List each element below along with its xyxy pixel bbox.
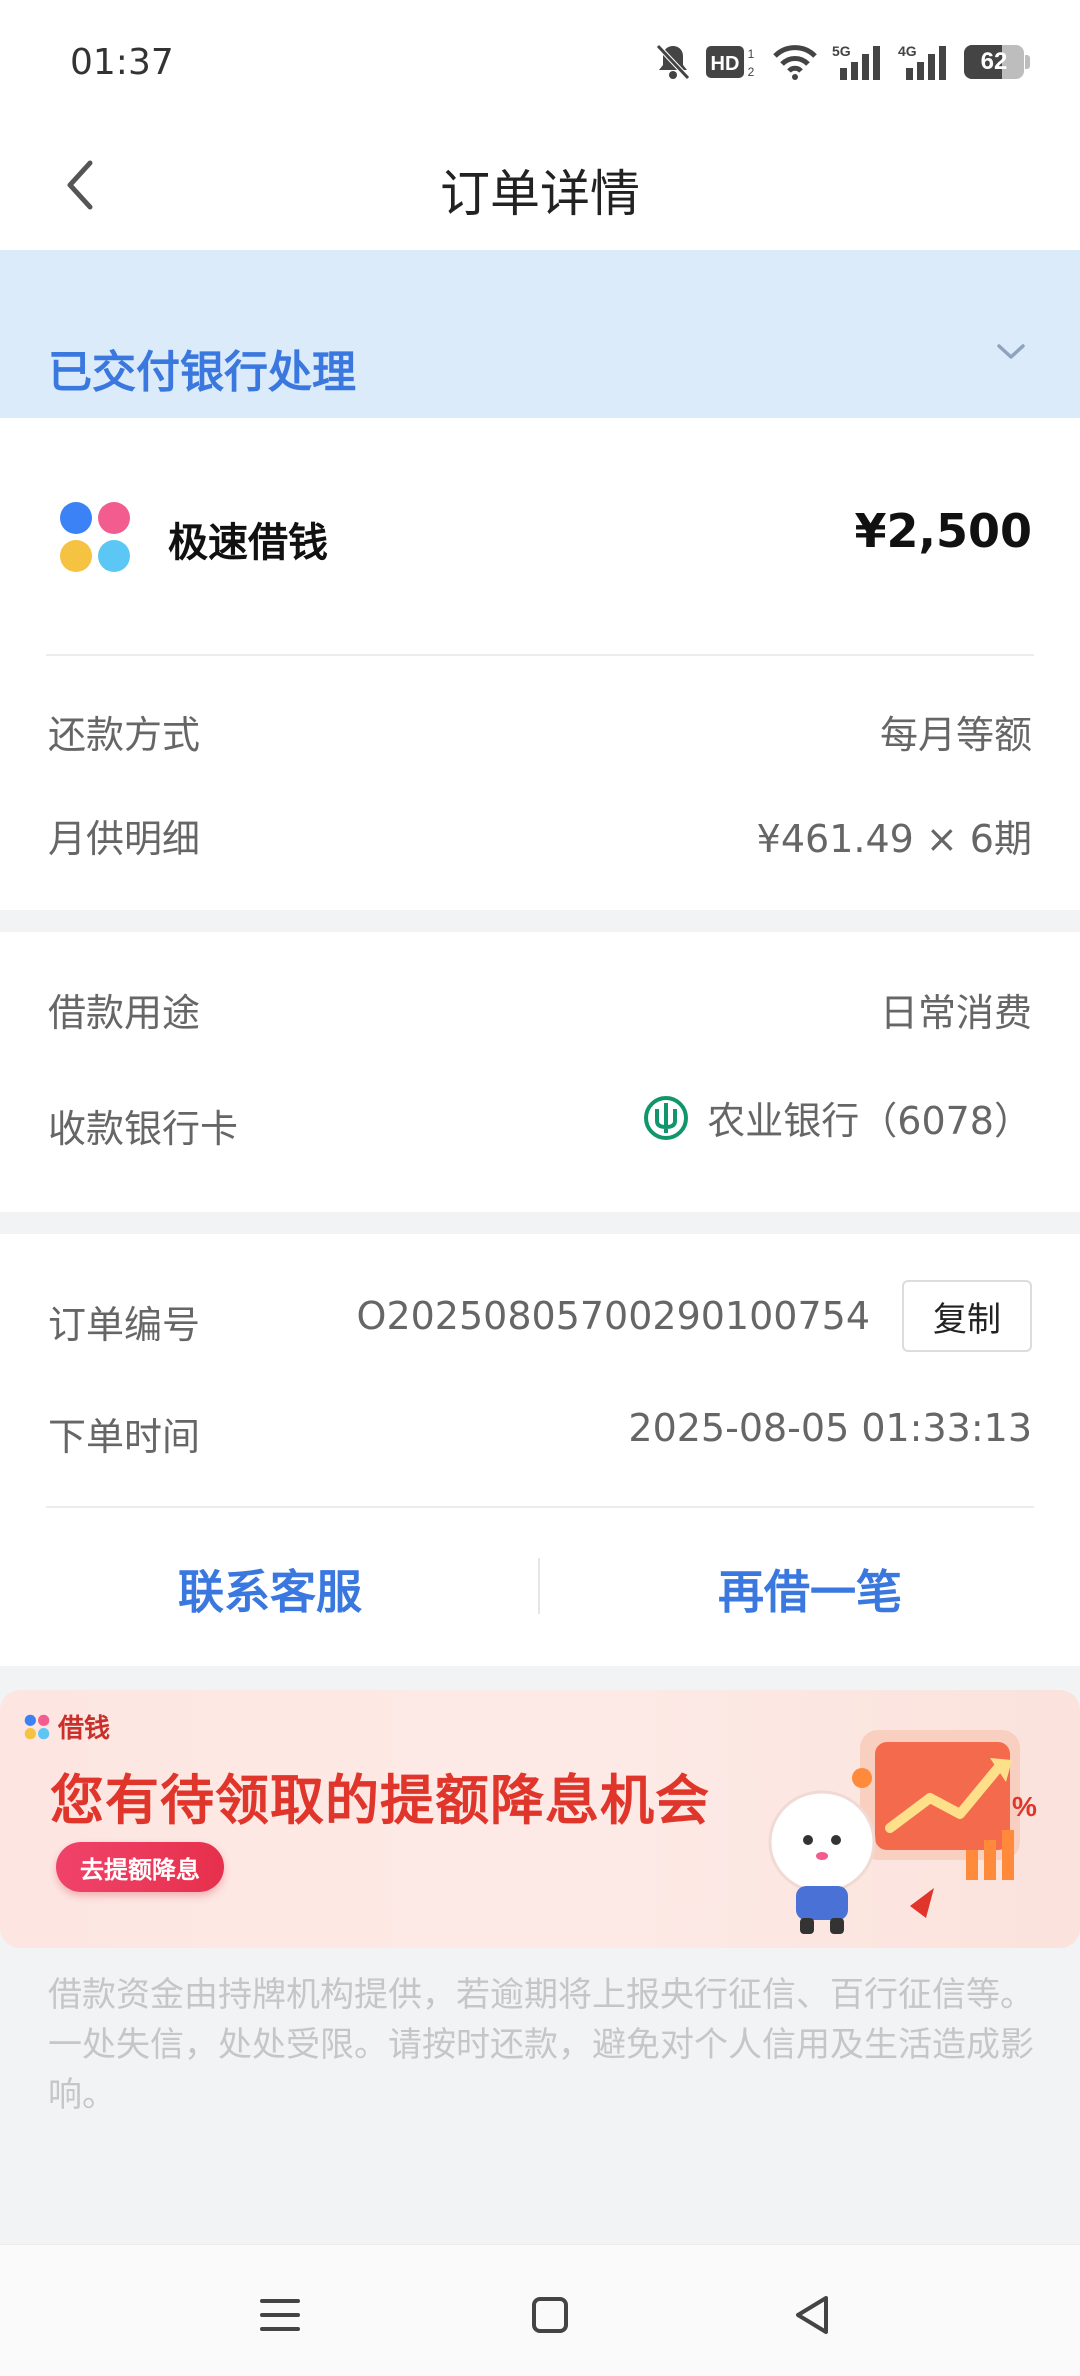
loan-purpose-value: 日常消费 [879,991,1032,1035]
contact-service-button[interactable]: 联系客服 [178,1556,362,1622]
hd-icon: HD 1 2 [706,46,755,79]
chevron-down-icon [997,344,1025,359]
svg-text:2: 2 [748,65,755,79]
promo-cta-button[interactable]: 去提额降息 [56,1842,224,1892]
battery-level: 62 [980,48,1008,75]
bank-card-info: 农业银行（6078） [643,1090,1032,1145]
promo-banner[interactable]: 借钱 您有待领取的提额降息机会 去提额降息 % [0,1690,1080,1948]
wifi-icon [773,45,817,80]
nav-bar: 订单详情 [0,120,1080,250]
loan-detail-card: 借款用途 日常消费 收款银行卡 农业银行（6078） [0,932,1080,1212]
product-name: 极速借钱 [168,520,328,566]
system-back-button[interactable] [782,2285,842,2345]
order-time-label: 下单时间 [48,1415,201,1459]
svg-text:5G: 5G [832,43,851,59]
action-divider [538,1558,540,1614]
bank-card-label: 收款银行卡 [48,1107,239,1151]
signal-5g-icon: 5G [832,43,880,80]
borrow-again-button[interactable]: 再借一笔 [718,1556,902,1622]
repayment-method-label: 还款方式 [48,713,201,757]
order-info-card: 订单编号 O2025080570029010075​4 复制 下单时间 2025… [0,1234,1080,1666]
back-triangle-icon [796,2296,828,2334]
svg-text:1: 1 [748,47,755,61]
home-button[interactable] [520,2285,580,2345]
status-time: 01:37 [70,42,174,83]
mascot-chart-illustration: % [768,1730,1037,1934]
four-petal-logo-icon [24,1714,50,1739]
divider [46,1506,1034,1508]
monthly-payment-value: ¥461.49 × 6期 [756,817,1032,861]
disclaimer-text: 借款资金由持牌机构提供，若逾期将上报央行征信、百行征信等。一处失信，处处受限。请… [48,1975,1034,2115]
mute-bell-icon [656,44,690,80]
status-icons: HD 1 2 5G 4G 62 [654,38,1030,86]
four-petal-logo-icon [60,502,130,572]
battery-icon: 62 [964,45,1030,79]
promo-brand: 借钱 [24,1708,110,1745]
home-square-icon [532,2297,568,2333]
page-title: 订单详情 [440,165,640,223]
loan-purpose-label: 借款用途 [48,991,201,1035]
svg-text:4G: 4G [898,43,917,59]
loan-summary-card: 极速借钱 ¥2,500 还款方式 每月等额 月供明细 ¥461.49 × 6期 [0,418,1080,910]
menu-button[interactable] [250,2285,310,2345]
svg-text:%: % [1012,1791,1037,1822]
order-status-banner[interactable]: 已交付银行处理 [0,250,1080,418]
promo-brand-text: 借钱 [58,1714,111,1744]
order-id-label: 订单编号 [48,1303,201,1347]
divider [46,654,1034,656]
menu-icon [260,2299,300,2331]
copy-button[interactable]: 复制 [902,1280,1032,1352]
repayment-method-value: 每月等额 [879,713,1032,757]
order-id-value: O2025080570029010075​4 [356,1294,870,1338]
bank-card-value: 农业银行（6078） [707,1099,1032,1143]
svg-text:HD: HD [711,53,740,75]
status-bar: 01:37 HD 1 2 5G 4G 62 [0,0,1080,120]
order-status-text: 已交付银行处理 [48,347,356,398]
monthly-payment-label: 月供明细 [48,817,201,861]
abc-bank-logo-icon [644,1095,689,1140]
loan-amount: ¥2,500 [854,504,1032,558]
system-nav-bar [0,2244,1080,2376]
promo-title: 您有待领取的提额降息机会 [50,1769,710,1832]
signal-4g-icon: 4G [898,43,946,80]
order-time-value: 2025-08-05 01:33:13 [628,1406,1032,1450]
